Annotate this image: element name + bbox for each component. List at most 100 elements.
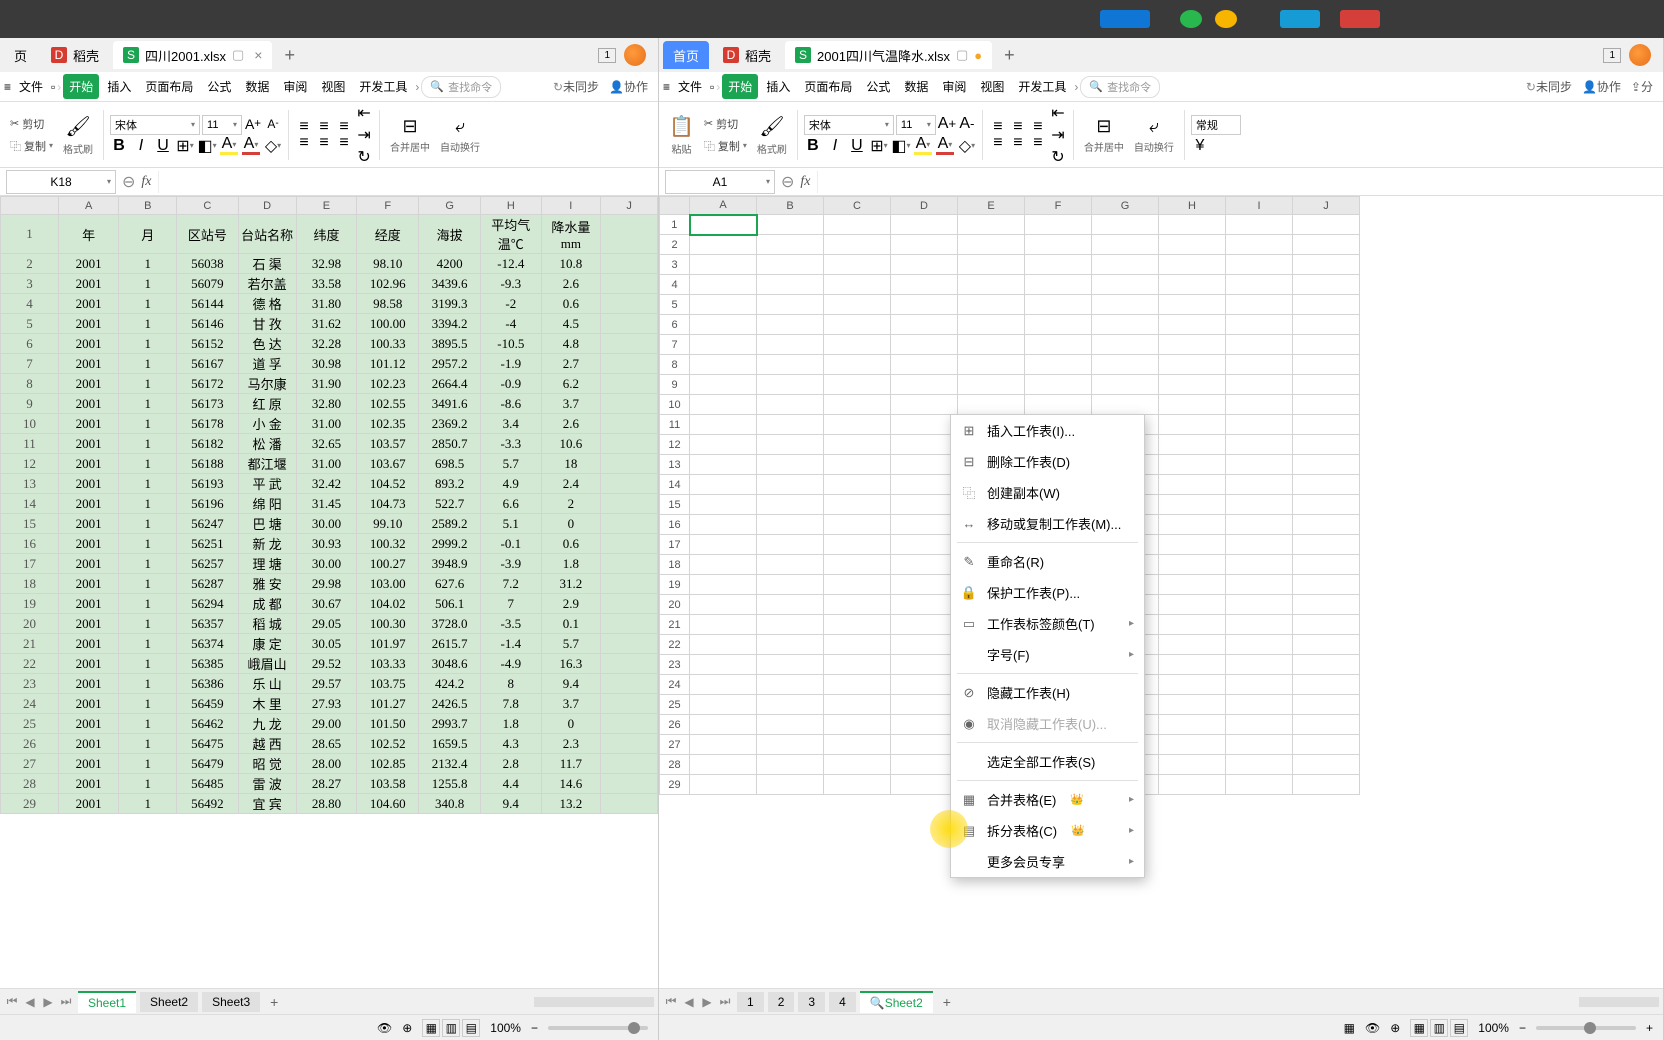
align-left[interactable]: ≡ [295, 136, 313, 150]
tab-home-r[interactable]: 首页 [663, 41, 709, 69]
font-shrink-icon[interactable]: A- [958, 115, 976, 133]
clear-format-button[interactable]: ◇▾ [264, 137, 282, 155]
align-top-right[interactable]: ≡ [335, 120, 353, 134]
command-search[interactable]: 🔍 查找命令 [421, 76, 501, 98]
save-icon[interactable]: ▫ [51, 80, 55, 94]
tab-file[interactable]: S 四川2001.xlsx ▢ × [113, 41, 272, 69]
bold-button[interactable]: B [110, 137, 128, 155]
cut-button-r[interactable]: ✂剪切 [700, 114, 751, 134]
align-center[interactable]: ≡ [315, 136, 333, 150]
sheet-nav-prev[interactable]: ◀ [22, 994, 38, 1010]
sync-status[interactable]: ↻未同步 [553, 78, 599, 95]
zoom-out-r[interactable]: − [1519, 1021, 1526, 1035]
save-icon[interactable]: ▫ [710, 80, 714, 94]
cell-address[interactable]: K18▾ [6, 170, 116, 194]
sheet-nav-last[interactable]: ⏭ [58, 994, 74, 1010]
sheet-nav-next[interactable]: ▶ [40, 994, 56, 1010]
tab-pin-icon[interactable]: ▢ [232, 47, 244, 63]
font-name-select-r[interactable]: 宋体▾ [804, 115, 894, 135]
border-button[interactable]: ⊞▾ [870, 137, 888, 155]
font-color-button[interactable]: A▾ [936, 137, 954, 155]
tab-file-r[interactable]: S 2001四川气温降水.xlsx ▢ ● [785, 41, 992, 69]
zoom-slider-r[interactable] [1536, 1026, 1636, 1030]
view-normal[interactable]: ▦ [422, 1019, 440, 1037]
sheet-num-4[interactable]: 4 [829, 992, 856, 1012]
close-icon[interactable]: × [254, 47, 262, 63]
center-icon[interactable]: ⊕ [402, 1021, 412, 1035]
fx-icon[interactable]: fx [794, 174, 816, 190]
zoom-out[interactable]: − [531, 1021, 538, 1035]
align-top-center[interactable]: ≡ [315, 120, 333, 134]
ctx-merge-tables[interactable]: ▦合并表格(E)👑▸ [951, 784, 1144, 815]
indent-inc[interactable]: ⇥ [355, 126, 373, 144]
copy-button[interactable]: ⿻复制▾ [6, 136, 57, 156]
italic-button[interactable]: I [826, 137, 844, 155]
align-top-left[interactable]: ≡ [295, 120, 313, 134]
ctx-tab-color[interactable]: ▭工作表标签颜色(T)▸ [951, 608, 1144, 639]
fx-icon[interactable]: fx [135, 174, 157, 190]
zoom-slider[interactable] [548, 1026, 648, 1030]
copy-button-r[interactable]: ⿻复制▾ [700, 136, 751, 156]
collab-status-r[interactable]: 👤协作 [1582, 78, 1621, 95]
underline-button[interactable]: U [848, 137, 866, 155]
sheet-add[interactable]: + [264, 994, 284, 1010]
ctx-protect[interactable]: 🔒保护工作表(P)... [951, 577, 1144, 608]
ribbon-review[interactable]: 审阅 [277, 74, 313, 99]
align-right[interactable]: ≡ [335, 136, 353, 150]
ribbon-file[interactable]: 文件 [13, 74, 49, 99]
ctx-hide[interactable]: ⊘隐藏工作表(H) [951, 677, 1144, 708]
share-r[interactable]: ⇪分 [1631, 78, 1653, 95]
ribbon-insert[interactable]: 插入 [101, 74, 137, 99]
ribbon-start[interactable]: 开始 [63, 74, 99, 99]
sheet-active-r[interactable]: 🔍Sheet2 [860, 991, 933, 1013]
sheet-tab-3[interactable]: Sheet3 [202, 992, 260, 1012]
center-icon-r[interactable]: ⊕ [1390, 1021, 1400, 1035]
font-grow-icon[interactable]: A+ [938, 115, 956, 133]
menu-icon[interactable]: ≡ [663, 80, 670, 94]
hscroll[interactable] [534, 997, 654, 1007]
sheet-tab-1[interactable]: Sheet1 [78, 991, 136, 1013]
sync-status-r[interactable]: ↻未同步 [1526, 78, 1572, 95]
tab-add-r[interactable]: + [996, 45, 1023, 66]
tab-pin-icon[interactable]: ▢ [956, 47, 968, 63]
view-normal-r[interactable]: ▦ [1410, 1019, 1428, 1037]
border-button[interactable]: ⊞▾ [176, 137, 194, 155]
ctx-rename[interactable]: ✎重命名(R) [951, 546, 1144, 577]
formula-input[interactable] [158, 171, 658, 193]
collab-status[interactable]: 👤协作 [609, 78, 648, 95]
wrap-icon[interactable]: ⤶ [455, 116, 465, 137]
sheet-nav-first-r[interactable]: ⏮ [663, 994, 679, 1010]
sheet-num-1[interactable]: 1 [737, 992, 764, 1012]
wrap-icon-r[interactable]: ⤶ [1149, 116, 1159, 137]
eye-icon[interactable]: 👁 [377, 1021, 392, 1035]
fill-color-button[interactable]: ◧▾ [198, 137, 216, 155]
indent-dec[interactable]: ⇤ [355, 104, 373, 122]
ribbon-layout[interactable]: 页面布局 [139, 74, 199, 99]
font-color-button[interactable]: A▾ [242, 137, 260, 155]
view-break[interactable]: ▤ [462, 1019, 480, 1037]
font-size-select[interactable]: 11▾ [202, 115, 242, 135]
sheet-num-3[interactable]: 3 [798, 992, 825, 1012]
ribbon-start-r[interactable]: 开始 [722, 74, 758, 99]
command-search-r[interactable]: 🔍 查找命令 [1080, 76, 1160, 98]
highlight-button[interactable]: A▾ [914, 137, 932, 155]
eye-icon-r[interactable]: 👁 [1365, 1021, 1380, 1035]
sheet-nav-first[interactable]: ⏮ [4, 994, 20, 1010]
tab-doke-r[interactable]: D 稻壳 [713, 41, 781, 69]
bold-button[interactable]: B [804, 137, 822, 155]
sheet-tab-2[interactable]: Sheet2 [140, 992, 198, 1012]
avatar-r[interactable] [1629, 44, 1651, 66]
underline-button[interactable]: U [154, 137, 172, 155]
sheet-num-2[interactable]: 2 [768, 992, 795, 1012]
sheet-nav-last-r[interactable]: ⏭ [717, 994, 733, 1010]
fill-color-button[interactable]: ◧▾ [892, 137, 910, 155]
grid-icon-r[interactable]: ▦ [1344, 1021, 1355, 1035]
ctx-insert-sheet[interactable]: ⊞插入工作表(I)... [951, 415, 1144, 446]
ctx-more-vip[interactable]: 更多会员专享▸ [951, 846, 1144, 877]
ribbon-data[interactable]: 数据 [239, 74, 275, 99]
zoom-out-icon[interactable]: ⊖ [781, 172, 794, 192]
currency-icon[interactable]: ¥ [1191, 137, 1209, 155]
ctx-font-size[interactable]: 字号(F)▸ [951, 639, 1144, 670]
ctx-copy-sheet[interactable]: ⿻创建副本(W) [951, 477, 1144, 508]
ribbon-view[interactable]: 视图 [315, 74, 351, 99]
